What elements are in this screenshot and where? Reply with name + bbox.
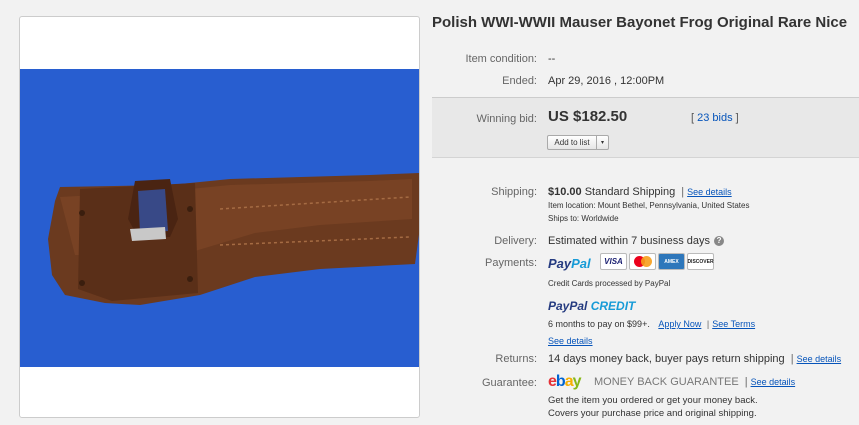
money-back-guarantee: MONEY BACK GUARANTEE | See details xyxy=(594,376,795,388)
returns-details-link[interactable]: See details xyxy=(797,354,842,364)
shipping-details-link[interactable]: See details xyxy=(687,187,732,197)
guarantee-details-link[interactable]: See details xyxy=(751,377,796,387)
bids-bracket-close: ] xyxy=(735,112,739,124)
payments-details-link[interactable]: See details xyxy=(548,336,593,346)
item-details: Polish WWI-WWII Mauser Bayonet Frog Orig… xyxy=(432,0,859,425)
item-image-frame[interactable] xyxy=(19,16,420,418)
shipping-cost: $10.00 xyxy=(548,186,582,198)
ebay-logo: ebay xyxy=(548,373,581,390)
visa-icon: VISA xyxy=(600,253,627,270)
paypal-logo: PayPal xyxy=(548,256,591,271)
help-icon[interactable]: ? xyxy=(714,236,725,247)
card-logos: VISA AMEX DISCOVER xyxy=(600,253,714,270)
apply-now-link[interactable]: Apply Now xyxy=(658,319,701,329)
delivery-estimate: Estimated within 7 business days xyxy=(548,235,711,247)
separator: | xyxy=(744,376,748,388)
returns-policy: 14 days money back, buyer pays return sh… xyxy=(548,353,785,365)
amex-icon: AMEX xyxy=(658,253,685,270)
delivery-label: Delivery: xyxy=(494,235,537,247)
see-terms-link[interactable]: See Terms xyxy=(712,319,755,329)
payments-label: Payments: xyxy=(485,257,537,269)
condition-label: Item condition: xyxy=(465,53,537,65)
discover-icon: DISCOVER xyxy=(687,253,714,270)
guarantee-label: Guarantee: xyxy=(481,377,537,389)
winning-bid-label: Winning bid: xyxy=(476,113,537,125)
winning-bid-price: US $182.50 xyxy=(548,108,628,125)
shipping-method: Standard Shipping xyxy=(584,186,676,198)
shipping-value: $10.00 Standard Shipping | See details xyxy=(548,186,732,198)
ended-label: Ended: xyxy=(502,75,537,87)
add-to-list-button[interactable]: Add to list ▾ xyxy=(547,135,609,150)
credit-terms-text: 6 months to pay on $99+. xyxy=(548,319,650,329)
ships-to: Ships to: Worldwide xyxy=(548,214,619,223)
credit-cards-note: Credit Cards processed by PayPal xyxy=(548,279,671,288)
guarantee-line-1: Get the item you ordered or get your mon… xyxy=(548,395,758,406)
separator: | xyxy=(681,186,685,198)
guarantee-line-2: Covers your purchase price and original … xyxy=(548,408,757,419)
bids-bracket-open: [ xyxy=(691,112,695,124)
returns-label: Returns: xyxy=(495,353,537,365)
mbg-text: MONEY BACK GUARANTEE xyxy=(594,376,739,388)
bid-count: [ 23 bids ] xyxy=(691,112,739,124)
separator: | xyxy=(706,319,710,329)
mastercard-icon xyxy=(629,253,656,270)
chevron-down-icon[interactable]: ▾ xyxy=(596,136,608,149)
delivery-value: Estimated within 7 business days? xyxy=(548,235,725,247)
item-title: Polish WWI-WWII Mauser Bayonet Frog Orig… xyxy=(432,14,848,31)
paypal-credit-logo: PayPal CREDIT xyxy=(548,299,636,313)
bid-box: Winning bid: US $182.50 [ 23 bids ] Add … xyxy=(432,97,859,158)
shipping-label: Shipping: xyxy=(491,186,537,198)
item-photo[interactable] xyxy=(20,69,419,367)
add-to-list-label[interactable]: Add to list xyxy=(548,138,596,147)
paypal-credit-terms: 6 months to pay on $99+. Apply Now | See … xyxy=(548,319,755,329)
condition-value: -- xyxy=(548,53,556,65)
separator: | xyxy=(790,353,794,365)
bid-history-link[interactable]: 23 bids xyxy=(697,112,732,124)
ended-value: Apr 29, 2016 , 12:00PM xyxy=(548,75,665,87)
item-location: Item location: Mount Bethel, Pennsylvani… xyxy=(548,201,750,210)
returns-value: 14 days money back, buyer pays return sh… xyxy=(548,353,841,365)
